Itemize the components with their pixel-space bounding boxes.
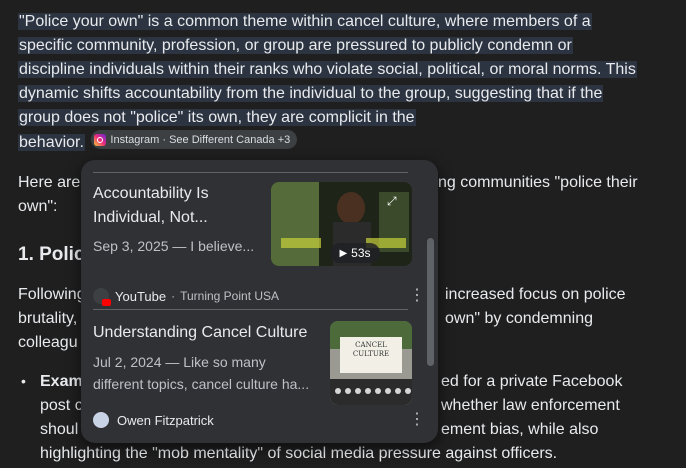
duration-label: 53s bbox=[351, 246, 371, 260]
youtube-icon bbox=[93, 288, 111, 306]
intro-line-right: ng communities "police their bbox=[438, 174, 638, 191]
bullet-line-left: shoul bbox=[40, 421, 79, 438]
source-row[interactable]: Owen Fitzpatrick bbox=[93, 409, 214, 431]
source-channel: Turning Point USA bbox=[180, 289, 280, 303]
body-line-left: brutality, bbox=[18, 310, 78, 327]
card-snippet-line: different topics, cancel culture ha... bbox=[93, 376, 310, 392]
separator-dot: · bbox=[171, 289, 176, 303]
highlighted-line: specific community, profession, or group… bbox=[18, 37, 573, 54]
instagram-icon bbox=[94, 133, 107, 146]
source-name: Owen Fitzpatrick bbox=[117, 412, 214, 428]
card-snippet-line: Jul 2, 2024 — Like so many bbox=[93, 354, 266, 370]
body-line-right: increased focus on police bbox=[445, 286, 626, 303]
thumbnail-caption: CANCEL CULTURE bbox=[352, 341, 390, 358]
highlighted-line: group does not "police" its own, they ar… bbox=[18, 109, 416, 126]
scrollbar[interactable] bbox=[427, 238, 434, 366]
avatar bbox=[93, 412, 109, 428]
intro-line-2: own": bbox=[18, 198, 58, 215]
source-chip-label: Instagram · See Different Canada +3 bbox=[110, 133, 291, 146]
play-icon: ▶ bbox=[339, 247, 348, 259]
divider bbox=[93, 172, 408, 173]
card-title-line: Accountability Is bbox=[93, 185, 209, 202]
body-line-left: Following bbox=[18, 286, 86, 303]
card-title[interactable]: Accountability Is Individual, Not... bbox=[93, 182, 209, 230]
bullet-line-right: whether law enforcement bbox=[441, 397, 620, 414]
sources-popup[interactable]: Accountability Is Individual, Not... Sep… bbox=[81, 160, 438, 443]
source-card[interactable]: Understanding Cancel Culture Jul 2, 2024… bbox=[93, 321, 425, 431]
bullet-line-right: ement bias, while also bbox=[441, 421, 599, 438]
answer-paragraph: "Police your own" is a common theme with… bbox=[18, 10, 658, 155]
bullet-line-left: post c bbox=[40, 397, 83, 414]
video-thumbnail[interactable]: ▶ 53s ⤢ bbox=[271, 182, 412, 266]
bullet-line-right: ed for a private Facebook bbox=[441, 373, 623, 390]
card-snippet: Jul 2, 2024 — Like so many different top… bbox=[93, 351, 309, 395]
video-duration-badge: ▶ 53s bbox=[330, 243, 380, 263]
more-vert-icon[interactable]: ⋮ bbox=[409, 288, 425, 304]
highlighted-line: behavior. bbox=[18, 133, 85, 151]
more-vert-icon[interactable]: ⋮ bbox=[409, 412, 425, 428]
intro-line-left: Here are bbox=[18, 174, 81, 191]
highlighted-line: dynamic shifts accountability from the i… bbox=[18, 85, 604, 102]
card-title[interactable]: Understanding Cancel Culture bbox=[93, 321, 307, 345]
highlighted-line: discipline individuals within their rank… bbox=[18, 61, 637, 78]
body-line-left: colleagu bbox=[18, 334, 78, 351]
card-title-line: Individual, Not... bbox=[93, 209, 208, 226]
typewriter-image bbox=[330, 321, 412, 405]
article-thumbnail[interactable]: CANCEL CULTURE bbox=[330, 321, 412, 405]
highlighted-line: "Police your own" is a common theme with… bbox=[18, 13, 592, 30]
divider bbox=[93, 309, 408, 310]
body-line-right: own" by condemning bbox=[445, 310, 593, 327]
expand-icon[interactable]: ⤢ bbox=[387, 194, 397, 209]
card-snippet: Sep 3, 2025 — I believe... bbox=[93, 238, 255, 254]
section-heading: 1. Polic bbox=[18, 244, 85, 265]
bullet-line-4: highlighting the "mob mentality" of soci… bbox=[40, 445, 558, 462]
source-name: YouTube bbox=[115, 288, 167, 304]
source-chip[interactable]: Instagram · See Different Canada +3 bbox=[91, 130, 298, 149]
source-card[interactable]: Accountability Is Individual, Not... Sep… bbox=[93, 182, 425, 306]
bullet-bold-label: Exam bbox=[40, 373, 83, 390]
bullet-dot: • bbox=[21, 373, 26, 389]
source-row[interactable]: YouTube · Turning Point USA bbox=[93, 285, 279, 307]
